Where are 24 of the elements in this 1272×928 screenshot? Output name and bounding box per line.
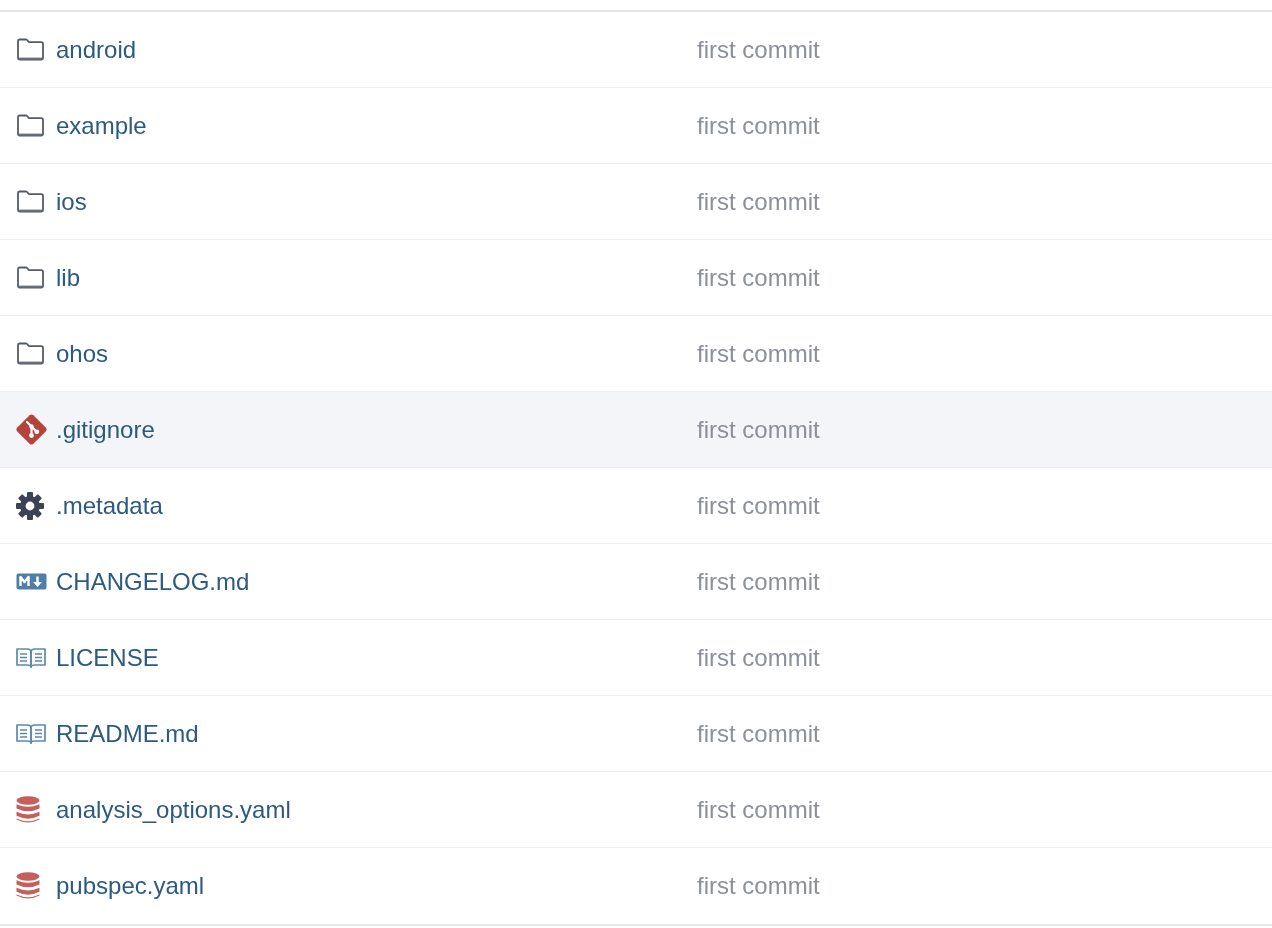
database-icon <box>16 872 40 900</box>
file-link[interactable]: LICENSE <box>56 642 159 673</box>
folder-icon <box>16 38 45 61</box>
file-link[interactable]: analysis_options.yaml <box>56 794 291 825</box>
book-icon <box>16 647 46 668</box>
folder-icon <box>16 342 45 365</box>
database-icon <box>16 795 40 824</box>
folder-icon <box>16 190 45 213</box>
file-link[interactable]: pubspec.yaml <box>56 871 205 901</box>
file-link[interactable]: lib <box>56 262 80 293</box>
file-link[interactable]: CHANGELOG.md <box>56 566 250 597</box>
book-icon <box>16 723 46 744</box>
file-link[interactable]: android <box>56 34 137 65</box>
file-link[interactable]: README.md <box>56 718 199 749</box>
folder-icon <box>16 266 45 289</box>
file-link[interactable]: example <box>56 110 147 141</box>
file-link[interactable]: ohos <box>56 338 109 369</box>
git-icon <box>16 414 47 445</box>
folder-icon <box>16 114 45 137</box>
file-link[interactable]: ios <box>56 186 87 217</box>
markdown-icon <box>16 573 47 590</box>
file-link[interactable]: .gitignore <box>56 414 155 445</box>
file-link[interactable]: .metadata <box>56 490 163 521</box>
gear-icon <box>16 491 44 520</box>
